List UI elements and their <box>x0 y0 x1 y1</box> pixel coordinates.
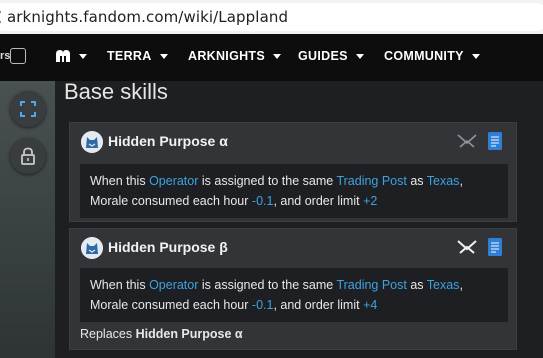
replaces-note: Replaces Hidden Purpose α <box>80 327 243 341</box>
desc-text: as <box>406 174 427 188</box>
trading-post-link[interactable]: Trading Post <box>336 278 406 292</box>
skill-wolf-icon <box>81 131 103 153</box>
expand-icon <box>20 101 36 117</box>
skill-card: Hidden Purpose β When this Operator is a… <box>69 228 517 350</box>
fandom-heart-icon <box>56 50 70 62</box>
document-icon[interactable] <box>488 238 502 256</box>
fandom-navbar: rs TERRA ARKNIGHTS GUIDES COMMUNITY <box>0 34 543 81</box>
skill-card: Hidden Purpose α When this Operator is a… <box>69 122 517 222</box>
nav-terra-label: TERRA <box>107 49 152 63</box>
chevron-down-icon <box>79 53 87 59</box>
desc-text: is assigned to the same <box>198 174 337 188</box>
nav-terra[interactable]: TERRA <box>107 49 168 63</box>
order-limit-value: +2 <box>363 194 378 208</box>
trading-post-link[interactable]: Trading Post <box>336 174 406 188</box>
morale-value: -0.1 <box>251 194 274 208</box>
desc-text: , and order limit <box>273 194 364 208</box>
site-info-icon[interactable] <box>0 7 2 27</box>
desc-text: as <box>406 278 427 292</box>
section-title: Base skills <box>64 79 168 104</box>
skill-card-header: Hidden Purpose β <box>70 229 516 265</box>
operator-link[interactable]: Operator <box>149 174 198 188</box>
desc-text: When this <box>90 174 150 188</box>
skill-description: When this Operator is assigned to the sa… <box>80 268 508 322</box>
wiki-logo[interactable]: rs <box>0 48 30 68</box>
trading-post-icon <box>457 134 477 148</box>
chevron-down-icon <box>471 53 480 59</box>
skill-wolf-icon <box>81 237 103 259</box>
trading-post-icon <box>457 240 477 254</box>
desc-text: , and order limit <box>273 298 364 312</box>
order-limit-value: +4 <box>363 298 378 312</box>
replaced-skill-name: Hidden Purpose α <box>135 327 243 341</box>
nav-arknights[interactable]: ARKNIGHTS <box>188 49 282 63</box>
desc-text: When this <box>90 278 150 292</box>
skill-description: When this Operator is assigned to the sa… <box>80 164 508 218</box>
morale-value: -0.1 <box>251 298 274 312</box>
texas-link[interactable]: Texas <box>427 278 460 292</box>
skill-name: Hidden Purpose α <box>108 133 228 149</box>
nav-guides-label: GUIDES <box>298 49 348 63</box>
chevron-down-icon <box>273 53 282 59</box>
nav-arknights-label: ARKNIGHTS <box>188 49 266 63</box>
desc-text: is assigned to the same <box>198 278 337 292</box>
nav-community-label: COMMUNITY <box>384 49 464 63</box>
article-content: Base skills Hidden Purpose α When this O… <box>55 79 543 358</box>
url-text: arknights.fandom.com/wiki/Lappland <box>7 8 289 26</box>
expand-button[interactable] <box>10 91 46 127</box>
document-icon[interactable] <box>488 132 502 150</box>
url-field[interactable]: arknights.fandom.com/wiki/Lappland <box>0 3 543 31</box>
chevron-down-icon <box>159 53 168 59</box>
replaces-label: Replaces <box>80 327 136 341</box>
page-tools-rail <box>0 81 55 358</box>
lock-button[interactable] <box>10 138 46 174</box>
browser-address-bar: arknights.fandom.com/wiki/Lappland <box>0 0 543 34</box>
nav-guides[interactable]: GUIDES <box>298 49 364 63</box>
chevron-down-icon <box>355 53 364 59</box>
texas-link[interactable]: Texas <box>427 174 460 188</box>
wiki-logo-emblem <box>10 48 26 64</box>
lock-icon <box>21 147 35 165</box>
skill-name: Hidden Purpose β <box>108 239 228 255</box>
nav-wiki-menu[interactable] <box>55 49 87 63</box>
nav-community[interactable]: COMMUNITY <box>384 49 480 63</box>
wiki-logo-fragment: rs <box>0 50 11 62</box>
operator-link[interactable]: Operator <box>149 278 198 292</box>
skill-card-header: Hidden Purpose α <box>70 123 516 159</box>
